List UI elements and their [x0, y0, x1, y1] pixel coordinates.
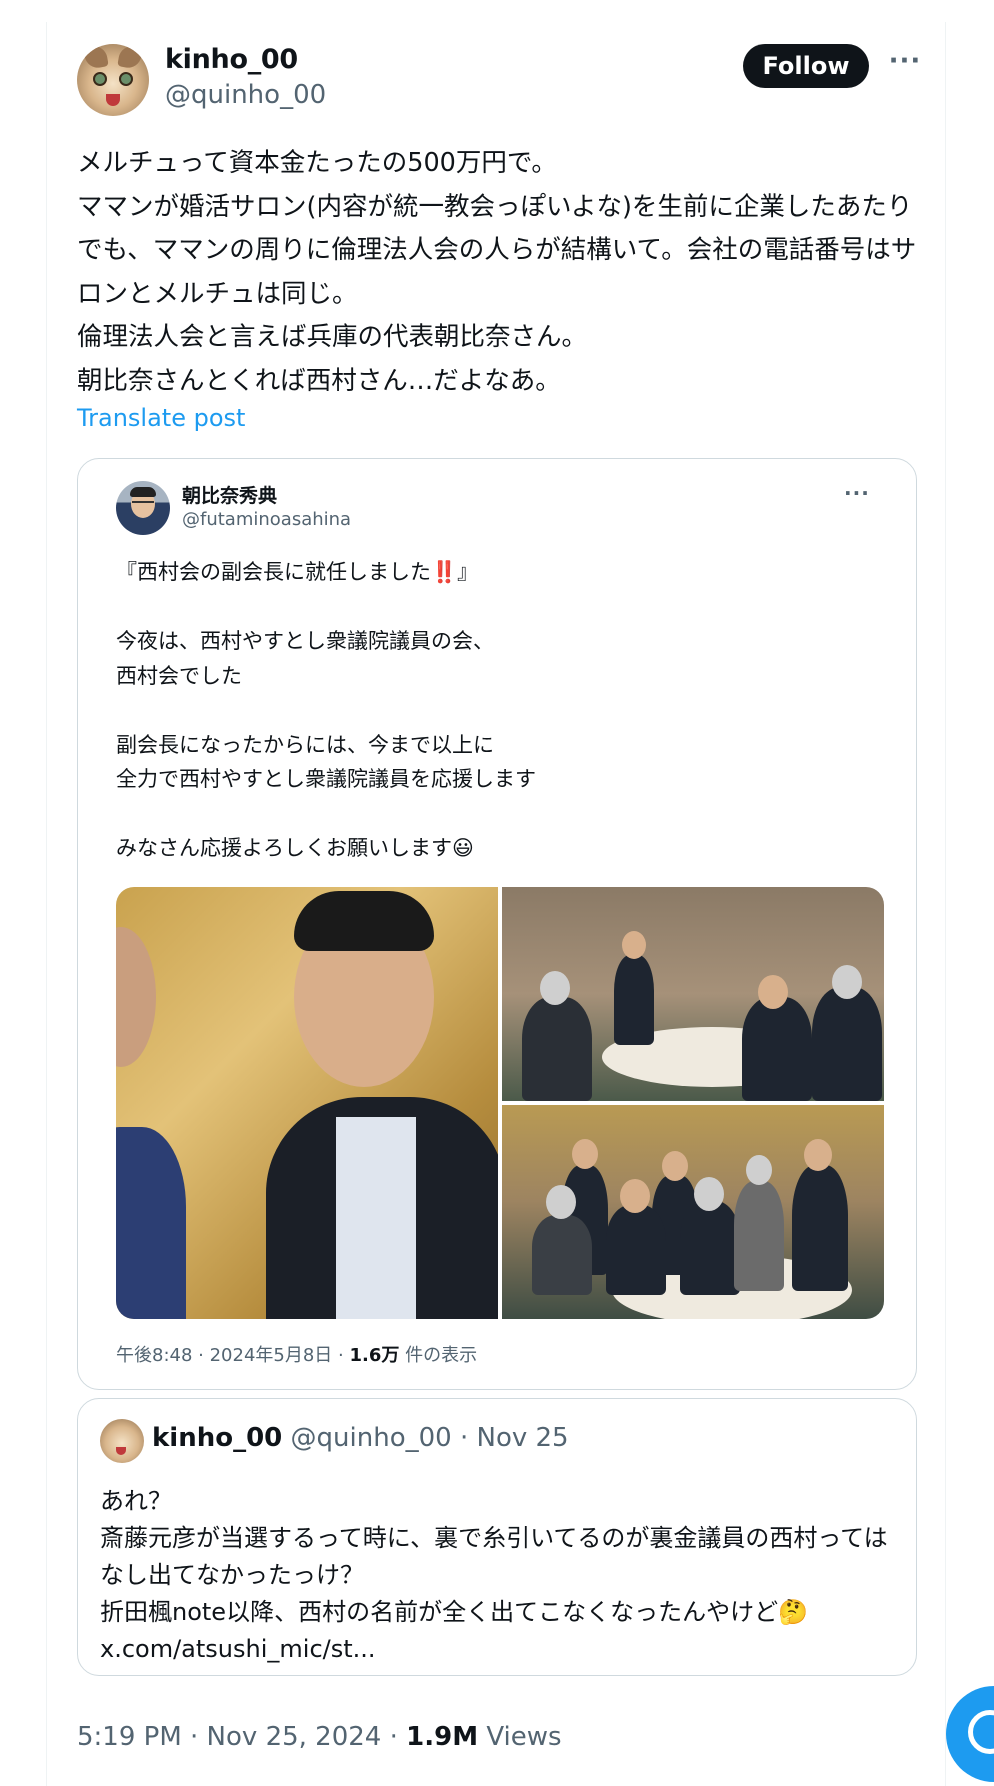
quoted-post-card-2[interactable]: kinho_00 @quinho_00 · Nov 25 あれ？ 斎藤元彦が当選… [77, 1398, 917, 1676]
post-text: メルチュって資本金たったの500万円で。 ママンが婚活サロン(内容が統一教会っぽ… [77, 148, 917, 396]
compose-fab-button[interactable] [946, 1686, 994, 1782]
post-time[interactable]: 5:19 PM · Nov 25, 2024 · [77, 1722, 406, 1752]
photo-3[interactable] [502, 1105, 884, 1319]
quoted-post-time[interactable]: 午後8:48 · 2024年5月8日 · [116, 1345, 349, 1366]
translate-post-link[interactable]: Translate post [77, 404, 245, 432]
quoted-more-options-icon[interactable]: ··· [844, 481, 870, 505]
chat-icon [968, 1710, 994, 1754]
quoted-post-meta: 午後8:48 · 2024年5月8日 · 1.6万 件の表示 [116, 1341, 477, 1367]
quoted-post-text: 『西村会の副会長に就任しました‼️』 今夜は、西村やすとし衆議院議員の会、 西村… [116, 560, 536, 860]
follow-button[interactable]: Follow [743, 44, 869, 88]
quoted-2-post-text: あれ？ 斎藤元彦が当選するって時に、裏で糸引いてるのが裏金議員の西村ってはなし出… [100, 1487, 888, 1663]
photo-2[interactable] [502, 887, 884, 1101]
quoted-views-label: 件の表示 [399, 1345, 478, 1366]
author-avatar[interactable] [77, 44, 149, 116]
more-options-icon[interactable]: ··· [885, 48, 925, 76]
quoted-2-author-name[interactable]: kinho_00 [152, 1423, 282, 1453]
quoted-author-avatar[interactable] [116, 481, 170, 535]
quoted-2-handle-date[interactable]: @quinho_00 · Nov 25 [282, 1423, 569, 1453]
author-display-name[interactable]: kinho_00 [165, 44, 298, 75]
views-label: Views [478, 1722, 562, 1752]
quoted-author-name[interactable]: 朝比奈秀典 [182, 481, 277, 508]
quoted-author-handle[interactable]: @futaminoasahina [182, 509, 351, 530]
views-count: 1.9M [406, 1722, 479, 1752]
quoted-post-card[interactable]: 朝比奈秀典 @futaminoasahina ··· 『西村会の副会長に就任しま… [77, 458, 917, 1390]
quoted-2-header: kinho_00 @quinho_00 · Nov 25 [152, 1423, 569, 1453]
photo-gallery [116, 887, 884, 1319]
photo-1[interactable] [116, 887, 498, 1319]
author-handle[interactable]: @quinho_00 [165, 80, 326, 110]
timeline-column: kinho_00 @quinho_00 Follow ··· メルチュって資本金… [46, 22, 946, 1786]
quoted-views-count: 1.6万 [349, 1345, 400, 1366]
quoted-2-author-avatar[interactable] [100, 1419, 144, 1463]
post-meta: 5:19 PM · Nov 25, 2024 · 1.9M Views [77, 1722, 562, 1752]
